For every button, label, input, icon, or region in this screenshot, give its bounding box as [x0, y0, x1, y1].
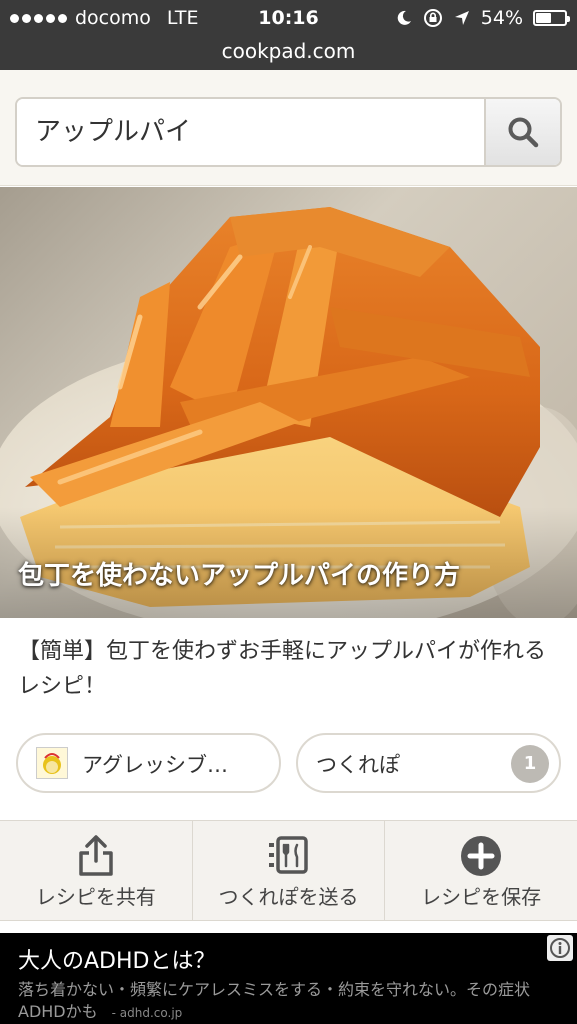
location-icon [454, 11, 469, 25]
ad-info-icon[interactable] [547, 935, 573, 961]
status-right: 54% [395, 7, 570, 29]
ad-body: 落ち着かない・頻繁にケアレスミスをする・約束を守れない。その症状ADHDかも - … [18, 979, 563, 1024]
ad-domain: - adhd.co.jp [111, 1006, 183, 1020]
moon-icon [397, 10, 411, 25]
carrier-name: docomo [75, 7, 151, 29]
search-input[interactable] [17, 99, 485, 165]
rotation-lock-icon [423, 9, 442, 27]
status-left: docomo LTE [10, 7, 198, 29]
battery-icon [533, 10, 570, 26]
send-tsukurepo-label: つくれぽを送る [218, 885, 359, 909]
share-recipe-button[interactable]: レシピを共有 [0, 821, 193, 920]
battery-percent: 54% [480, 7, 523, 29]
author-button[interactable]: アグレッシブ… [16, 733, 281, 793]
ad-title: 大人のADHDとは？ [18, 949, 216, 974]
network-type: LTE [166, 7, 199, 29]
search-icon [508, 117, 539, 148]
search-area [0, 70, 577, 186]
author-name: アグレッシブ… [82, 753, 228, 777]
save-recipe-button[interactable]: レシピを保存 [385, 821, 577, 920]
save-recipe-label: レシピを保存 [421, 885, 542, 909]
ad-body-text: 落ち着かない・頻繁にケアレスミスをする・約束を守れない。その症状ADHDかも [18, 980, 531, 1021]
tsukurepo-label: つくれぽ [316, 753, 400, 777]
tsukurepo-count-badge: 1 [511, 745, 549, 783]
signal-strength-icon [10, 13, 67, 23]
search-box [15, 97, 562, 167]
send-tsukurepo-button[interactable]: つくれぽを送る [193, 821, 386, 920]
share-recipe-label: レシピを共有 [35, 885, 156, 909]
tsukurepo-button[interactable]: つくれぽ 1 [296, 733, 561, 793]
recipe-hero[interactable]: 包丁を使わないアップルパイの作り方 [0, 187, 577, 618]
recipe-description: 【簡単】包丁を使わずお手軽にアップルパイが作れるレシピ！ [18, 639, 547, 699]
send-tsukurepo-icon [268, 836, 308, 874]
url-bar[interactable]: cookpad.com [0, 38, 577, 70]
search-button[interactable] [484, 99, 560, 165]
recipe-title: 包丁を使わないアップルパイの作り方 [18, 561, 461, 591]
share-icon [79, 835, 113, 876]
ad-banner[interactable]: 大人のADHDとは？ 落ち着かない・頻繁にケアレスミスをする・約束を守れない。そ… [0, 933, 577, 1024]
author-avatar [36, 747, 68, 779]
action-bar: レシピを共有 つくれぽを送る レシピを保存 [0, 820, 577, 921]
url-text: cookpad.com [221, 39, 356, 63]
status-bar: docomo LTE 10:16 54% [0, 0, 577, 38]
add-icon [461, 836, 502, 876]
apple-pie-photo [0, 207, 577, 618]
